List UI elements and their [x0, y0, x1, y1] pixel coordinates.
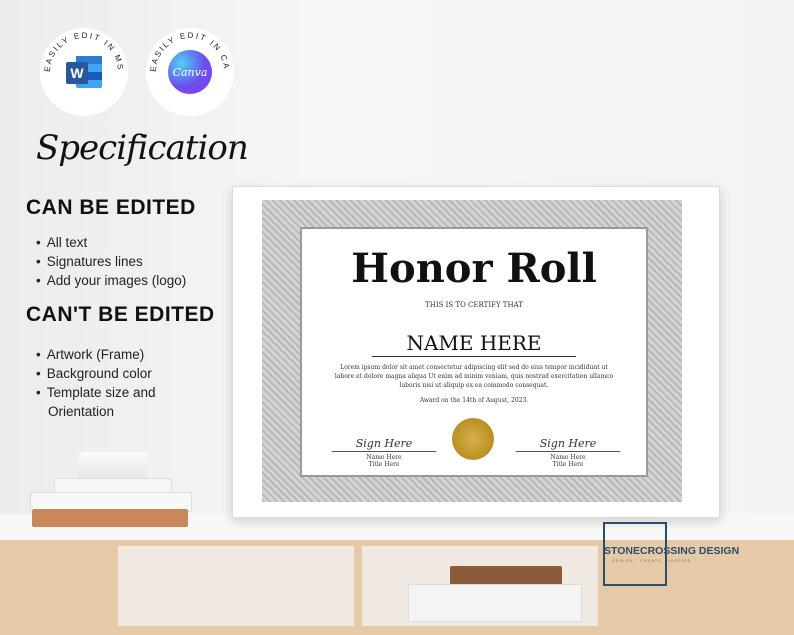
recipient-name: NAME HERE	[406, 331, 542, 355]
can-edit-heading: CAN BE EDITED	[26, 196, 196, 219]
certificate-title: Honor Roll	[351, 245, 597, 292]
can-edit-list: All text Signatures lines Add your image…	[36, 233, 187, 290]
certificate: Honor Roll THIS IS TO CERTIFY THAT NAME …	[300, 227, 648, 477]
certificate-body: Lorem ipsum dolor sit amet consectetur a…	[332, 363, 616, 390]
body-line: labore et dolore magna aliqua Ut enim ad…	[334, 373, 614, 380]
list-item-continuation: Orientation	[48, 404, 115, 419]
brand-name: STONECROSSING DESIGN	[604, 545, 740, 557]
canva-badge: EASILY EDIT IN CANVA Canva	[146, 28, 234, 116]
signature-right: Sign Here Name Here Title Here	[516, 437, 620, 468]
specification-title: Specification	[36, 128, 249, 168]
signature-script: Sign Here	[539, 437, 597, 450]
signature-left: Sign Here Name Here Title Here	[332, 437, 436, 468]
cant-edit-heading: CAN'T BE EDITED	[26, 303, 215, 326]
name-underline	[372, 356, 576, 357]
canva-logo-icon: Canva	[168, 50, 212, 94]
signature-name: Name Here	[366, 454, 402, 461]
body-line: laboris nisi ut aliquip ex ea commodo co…	[399, 382, 549, 389]
gold-seal	[452, 418, 494, 460]
word-badge: EASILY EDIT IN MS WORD W	[40, 28, 128, 116]
award-date: Award on the 14th of August, 2023.	[419, 397, 529, 404]
list-item: Signatures lines	[36, 252, 186, 271]
signature-line	[516, 451, 620, 452]
list-item: Background color	[36, 364, 156, 383]
signature-name: Name Here	[550, 454, 586, 461]
book-bottom	[32, 509, 188, 527]
cant-edit-list: Artwork (Frame) Background color Templat…	[36, 345, 156, 421]
list-item: Artwork (Frame)	[36, 345, 156, 364]
certify-text: THIS IS TO CERTIFY THAT	[425, 301, 523, 309]
svg-text:W: W	[70, 65, 84, 81]
signature-title: Title Here	[552, 461, 584, 468]
signature-line	[332, 451, 436, 452]
list-item: Add your images (logo)	[36, 271, 187, 290]
ms-word-icon: W	[66, 56, 102, 88]
cabinet-box	[408, 584, 582, 622]
brand-tagline: DESIGN · CREATE · INSPIRE	[612, 558, 692, 563]
signature-script: Sign Here	[355, 437, 413, 450]
list-item: Template size and	[36, 383, 156, 402]
list-item: All text	[36, 233, 186, 252]
signature-title: Title Here	[368, 461, 400, 468]
cabinet-compartment-left	[118, 546, 354, 626]
body-line: Lorem ipsum dolor sit amet consectetur a…	[340, 364, 608, 371]
